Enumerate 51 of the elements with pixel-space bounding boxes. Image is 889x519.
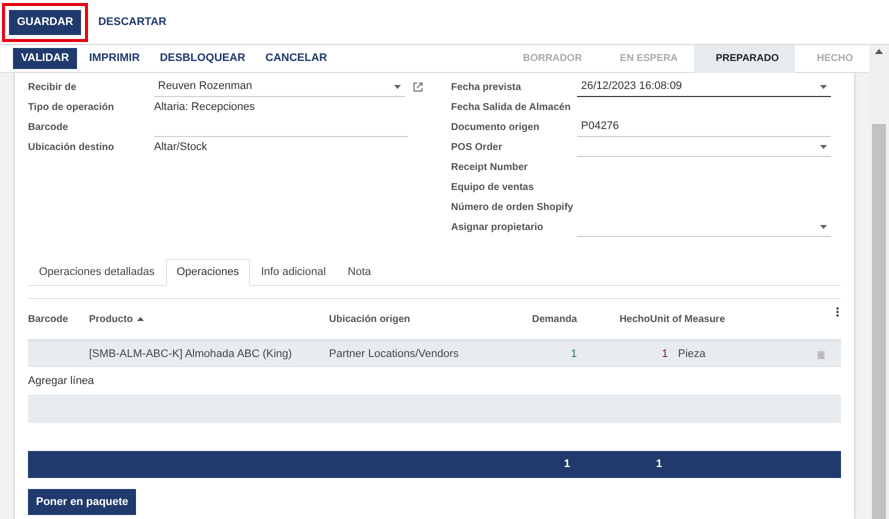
scrollbar-thumb[interactable] bbox=[872, 124, 886, 519]
dropdown-caret-icon[interactable] bbox=[820, 144, 827, 148]
field-label: Fecha Salida de Almacén bbox=[451, 100, 572, 114]
status-step[interactable]: PREPARADO bbox=[694, 44, 795, 72]
field-label: Ubicación destino bbox=[28, 140, 116, 154]
select-field[interactable]: 26/12/2023 16:08:09 bbox=[577, 77, 831, 97]
field-label: POS Order bbox=[451, 140, 504, 154]
field-label: Documento origen bbox=[451, 120, 540, 134]
input-field[interactable]: P04276 bbox=[577, 117, 831, 137]
tab[interactable]: Operaciones bbox=[166, 259, 250, 286]
table-cell-text: [SMB-ALM-ABC-K] Almohada ABC (King) bbox=[89, 346, 293, 362]
table-cell-text: Pieza bbox=[678, 346, 706, 362]
action-button[interactable]: DESBLOQUEAR bbox=[152, 48, 254, 69]
tab[interactable]: Info adicional bbox=[250, 259, 337, 286]
add-line-link[interactable]: Agregar línea bbox=[28, 372, 94, 390]
field-label: Recibir de bbox=[28, 80, 78, 94]
field-label: Barcode bbox=[28, 120, 70, 134]
scroll-up-icon[interactable] bbox=[875, 49, 883, 54]
table-cell-text: 1 bbox=[660, 346, 668, 362]
tab[interactable]: Nota bbox=[336, 259, 382, 286]
pack-button[interactable]: Poner en paquete bbox=[28, 489, 136, 515]
field-label: Número de orden Shopify bbox=[451, 200, 574, 214]
column-header[interactable]: Hecho bbox=[619, 312, 650, 326]
total-value: 1 bbox=[564, 457, 572, 472]
dropdown-caret-icon[interactable] bbox=[394, 84, 401, 88]
action-button[interactable]: IMPRIMIR bbox=[81, 48, 148, 69]
select-field[interactable]: Reuven Rozenman bbox=[154, 77, 405, 97]
field-label: Receipt Number bbox=[451, 160, 529, 174]
dropdown-caret-icon[interactable] bbox=[820, 84, 827, 88]
field-label: Fecha prevista bbox=[451, 80, 522, 94]
field-value: Altaria: Recepciones bbox=[154, 100, 256, 115]
total-value: 1 bbox=[656, 457, 662, 472]
column-header[interactable]: Unit of Measure bbox=[650, 312, 726, 326]
column-header[interactable]: Demanda bbox=[532, 312, 577, 326]
save-button[interactable]: GUARDAR bbox=[9, 10, 82, 34]
action-button[interactable]: CANCELAR bbox=[257, 48, 336, 69]
table-cell-text: Partner Locations/Vendors bbox=[329, 346, 460, 362]
tab[interactable]: Operaciones detalladas bbox=[28, 259, 166, 286]
dropdown-caret-icon[interactable] bbox=[820, 224, 827, 228]
field-label: Tipo de operación bbox=[28, 100, 115, 114]
table-cell-text: 1 bbox=[570, 346, 577, 362]
column-header[interactable]: Ubicación origen bbox=[329, 312, 410, 326]
column-header[interactable]: Barcode bbox=[28, 312, 68, 326]
field-value: Altar/Stock bbox=[154, 140, 208, 155]
external-link-icon[interactable] bbox=[413, 82, 423, 92]
field-label: Asignar propietario bbox=[451, 220, 544, 234]
column-header[interactable]: Producto bbox=[89, 312, 133, 326]
kebab-menu-icon[interactable] bbox=[836, 307, 839, 317]
field-label: Equipo de ventas bbox=[451, 180, 535, 194]
action-button[interactable]: VALIDAR bbox=[13, 48, 78, 69]
discard-button[interactable]: DESCARTAR bbox=[95, 10, 170, 34]
